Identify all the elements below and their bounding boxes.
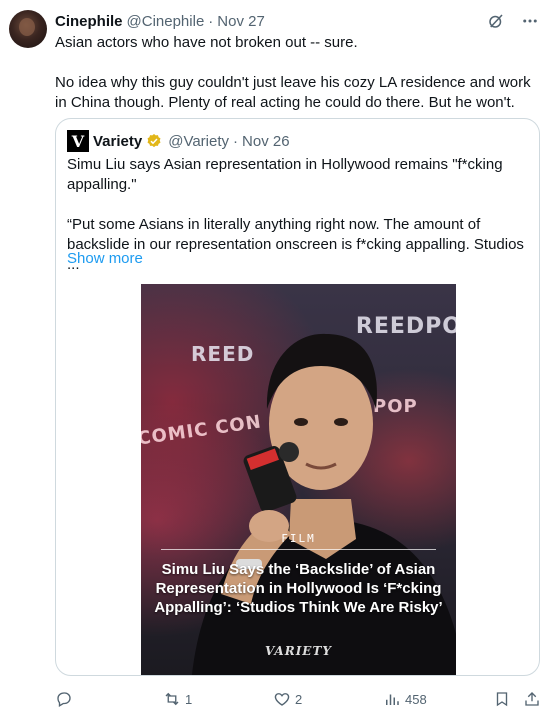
reply-icon xyxy=(57,692,71,707)
retweet-count: 1 xyxy=(185,691,193,707)
quote-media-image[interactable]: REEDPO REED COMIC CON POP FILM Simu Liu … xyxy=(141,284,456,675)
share-icon xyxy=(525,692,539,706)
media-headline: Simu Liu Says the ‘Backslide’ of Asian R… xyxy=(154,561,443,616)
views-icon xyxy=(386,694,399,705)
display-name[interactable]: Cinephile xyxy=(55,13,123,30)
views-button[interactable]: 458 xyxy=(383,688,427,710)
verified-badge-icon xyxy=(147,134,161,148)
tweet-date[interactable]: Nov 27 xyxy=(217,13,265,30)
header-actions xyxy=(486,11,540,31)
like-button[interactable]: 2 xyxy=(273,688,302,710)
heart-icon xyxy=(274,693,290,706)
divider xyxy=(161,549,436,550)
person-illustration xyxy=(192,333,456,675)
tweet-line: Asian actors who have not broken out -- … xyxy=(55,34,358,51)
quote-display-name[interactable]: Variety xyxy=(93,133,142,150)
retweet-button[interactable]: 1 xyxy=(163,688,192,710)
retweet-icon xyxy=(165,692,179,706)
quote-date[interactable]: Nov 26 xyxy=(242,133,290,150)
bookmark-icon xyxy=(496,692,508,707)
quote-handle[interactable]: @Variety xyxy=(168,133,229,150)
reply-button[interactable] xyxy=(55,688,77,710)
separator-dot: · xyxy=(208,12,214,30)
user-handle[interactable]: @Cinephile xyxy=(127,13,205,30)
more-icon[interactable] xyxy=(520,11,540,31)
quoted-tweet[interactable]: V Variety @Variety · Nov 26 Simu Liu say… xyxy=(55,118,540,676)
quote-header: V Variety @Variety · Nov 26 xyxy=(67,130,290,152)
grok-icon[interactable] xyxy=(486,11,506,31)
action-bar: 1 2 458 xyxy=(55,688,545,710)
variety-logo-avatar[interactable]: V xyxy=(67,130,89,152)
tweet-line: No idea why this guy couldn't just leave… xyxy=(55,74,531,111)
share-button[interactable] xyxy=(523,688,541,710)
like-count: 2 xyxy=(295,691,303,707)
variety-wordmark: VARIETY xyxy=(265,644,332,658)
tweet-text: Asian actors who have not broken out -- … xyxy=(55,33,535,113)
tweet-header: Cinephile @Cinephile · Nov 27 xyxy=(55,11,540,31)
separator-dot: · xyxy=(233,132,239,150)
bookmark-button[interactable] xyxy=(493,688,511,710)
quote-line: Simu Liu says Asian representation in Ho… xyxy=(67,156,503,193)
category-tag: FILM xyxy=(281,532,316,545)
avatar[interactable] xyxy=(9,10,47,48)
views-count: 458 xyxy=(405,691,427,707)
show-more-link[interactable]: Show more xyxy=(67,250,143,267)
